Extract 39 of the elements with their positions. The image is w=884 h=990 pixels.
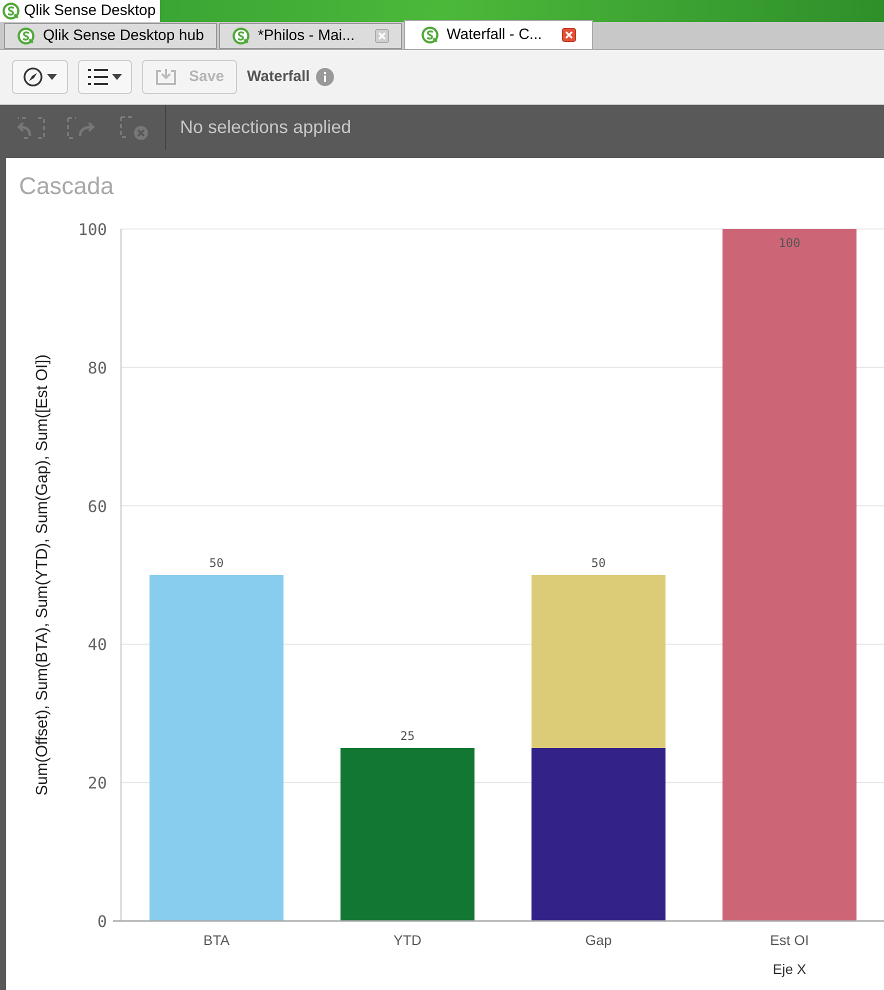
category-label: YTD <box>394 932 422 948</box>
x-axis-title: Eje X <box>772 961 806 977</box>
y-tick-label: 60 <box>88 496 107 516</box>
close-icon[interactable] <box>374 29 389 43</box>
navigation-button[interactable] <box>12 60 68 94</box>
close-icon[interactable] <box>562 28 576 42</box>
y-tick-label: 0 <box>97 912 107 931</box>
chart-title: Cascada <box>19 172 114 202</box>
browser-tab[interactable]: Qlik Sense Desktop hub <box>4 23 217 49</box>
selections-status: No selections applied <box>180 116 352 139</box>
tab-label: Qlik Sense Desktop hub <box>43 26 204 46</box>
window-title: Qlik Sense Desktop <box>24 0 156 21</box>
sheet-title: Waterfall <box>247 66 310 87</box>
tab-label: *Philos - Mai... <box>258 26 355 46</box>
download-icon <box>155 68 177 86</box>
category-label: Gap <box>585 932 612 948</box>
caret-icon <box>112 74 122 80</box>
value-label: 50 <box>591 556 606 570</box>
y-tick-label: 40 <box>88 635 107 654</box>
app-logo-icon <box>232 27 250 45</box>
info-icon[interactable] <box>316 68 334 86</box>
y-tick-label: 20 <box>88 774 107 793</box>
compass-icon <box>23 67 43 87</box>
category-label: Est OI <box>770 932 809 948</box>
list-icon <box>88 69 108 85</box>
app-logo-icon <box>420 26 439 44</box>
caret-icon <box>47 74 57 80</box>
y-tick-label: 80 <box>88 358 107 378</box>
value-label: 25 <box>400 729 415 743</box>
y-axis-title: Sum(Offset), Sum(BTA), Sum(YTD), Sum(Gap), Sum([Est OI]) <box>34 354 51 796</box>
browser-tab[interactable]: Waterfall - C... <box>404 20 593 49</box>
category-label: BTA <box>203 932 230 948</box>
browser-tab[interactable]: *Philos - Mai... <box>218 23 402 49</box>
sheets-menu-button[interactable] <box>78 60 132 94</box>
tab-label: Waterfall - C... <box>446 24 542 45</box>
app-logo-icon <box>17 27 35 45</box>
y-tick-label: 100 <box>78 220 107 239</box>
value-label: 50 <box>209 556 224 570</box>
value-label: 100 <box>778 236 800 250</box>
